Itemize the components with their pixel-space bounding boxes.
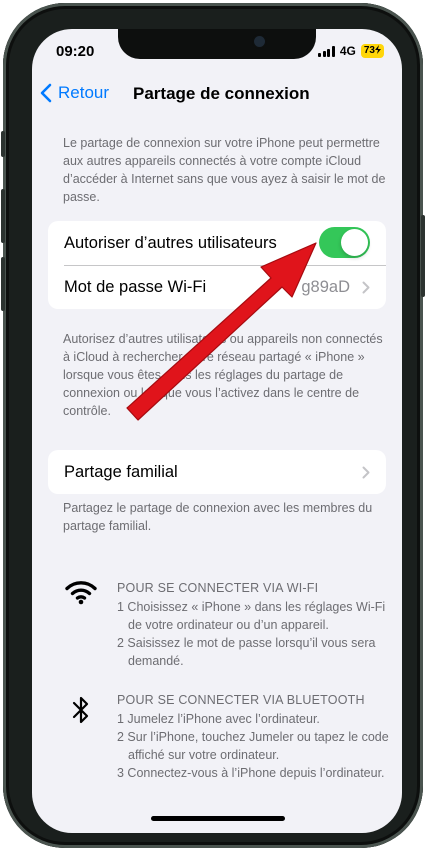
bluetooth-icon — [72, 696, 89, 724]
bluetooth-instructions-heading: POUR SE CONNECTER VIA BLUETOOTH — [117, 693, 365, 707]
allow-others-label: Autoriser d’autres utilisateurs — [64, 233, 277, 252]
wifi-instructions: POUR SE CONNECTER VIA WI-FI 1 Choisissez… — [117, 579, 392, 670]
back-label: Retour — [58, 83, 110, 102]
chevron-left-icon — [40, 83, 52, 103]
back-button[interactable]: Retour — [40, 83, 109, 103]
family-sharing-group: Partage familial — [48, 450, 386, 494]
home-indicator[interactable] — [151, 816, 285, 821]
wifi-step-2: 2 Saisissez le mot de passe lorsqu’il vo… — [117, 636, 376, 668]
volume-up-button — [1, 189, 5, 243]
hotspot-settings-group: Autoriser d’autres utilisateurs Mot de p… — [48, 221, 386, 309]
bluetooth-instructions: POUR SE CONNECTER VIA BLUETOOTH 1 Jumele… — [117, 691, 392, 782]
wifi-icon — [65, 581, 97, 605]
wifi-instructions-heading: POUR SE CONNECTER VIA WI-FI — [117, 581, 319, 595]
status-indicators: 4G 73 — [318, 44, 384, 58]
notch — [118, 29, 316, 59]
wifi-password-value: g89aD — [301, 278, 350, 296]
battery-icon: 73 — [360, 44, 384, 58]
wifi-password-row[interactable]: Mot de passe Wi-Fi g89aD — [48, 265, 386, 309]
bluetooth-step-1: 1 Jumelez l’iPhone avec l’ordinateur. — [117, 712, 320, 726]
power-button — [421, 215, 425, 297]
battery-level: 73 — [363, 45, 375, 56]
bluetooth-step-2: 2 Sur l’iPhone, touchez Jumeler ou tapez… — [117, 730, 389, 762]
chevron-right-icon — [362, 281, 370, 294]
allow-others-row: Autoriser d’autres utilisateurs — [48, 221, 386, 265]
family-sharing-label: Partage familial — [64, 462, 178, 481]
screen: 09:20 4G 73 Retour Partage de connexion … — [32, 29, 402, 833]
chevron-right-icon — [362, 466, 370, 479]
phone-frame: 09:20 4G 73 Retour Partage de connexion … — [1, 3, 425, 848]
cellular-signal-icon — [318, 45, 335, 57]
allow-others-footnote: Autorisez d’autres utilisateurs ou appar… — [63, 332, 383, 418]
status-time: 09:20 — [56, 43, 95, 60]
front-camera — [254, 36, 265, 47]
network-type: 4G — [339, 44, 356, 58]
family-sharing-row[interactable]: Partage familial — [48, 450, 386, 494]
intro-text: Le partage de connexion sur votre iPhone… — [63, 136, 386, 204]
family-sharing-footnote: Partagez le partage de connexion avec le… — [63, 501, 373, 533]
navigation-bar: Retour Partage de connexion — [32, 81, 402, 111]
toggle-knob — [341, 229, 368, 256]
allow-others-toggle[interactable] — [319, 227, 370, 258]
mute-switch — [1, 131, 5, 157]
volume-down-button — [1, 257, 5, 311]
wifi-password-label: Mot de passe Wi-Fi — [64, 277, 207, 296]
page-title: Partage de connexion — [133, 84, 310, 103]
wifi-step-1: 1 Choisissez « iPhone » dans les réglage… — [117, 600, 386, 632]
bluetooth-step-3: 3 Connectez-vous à l’iPhone depuis l’ord… — [117, 766, 385, 780]
